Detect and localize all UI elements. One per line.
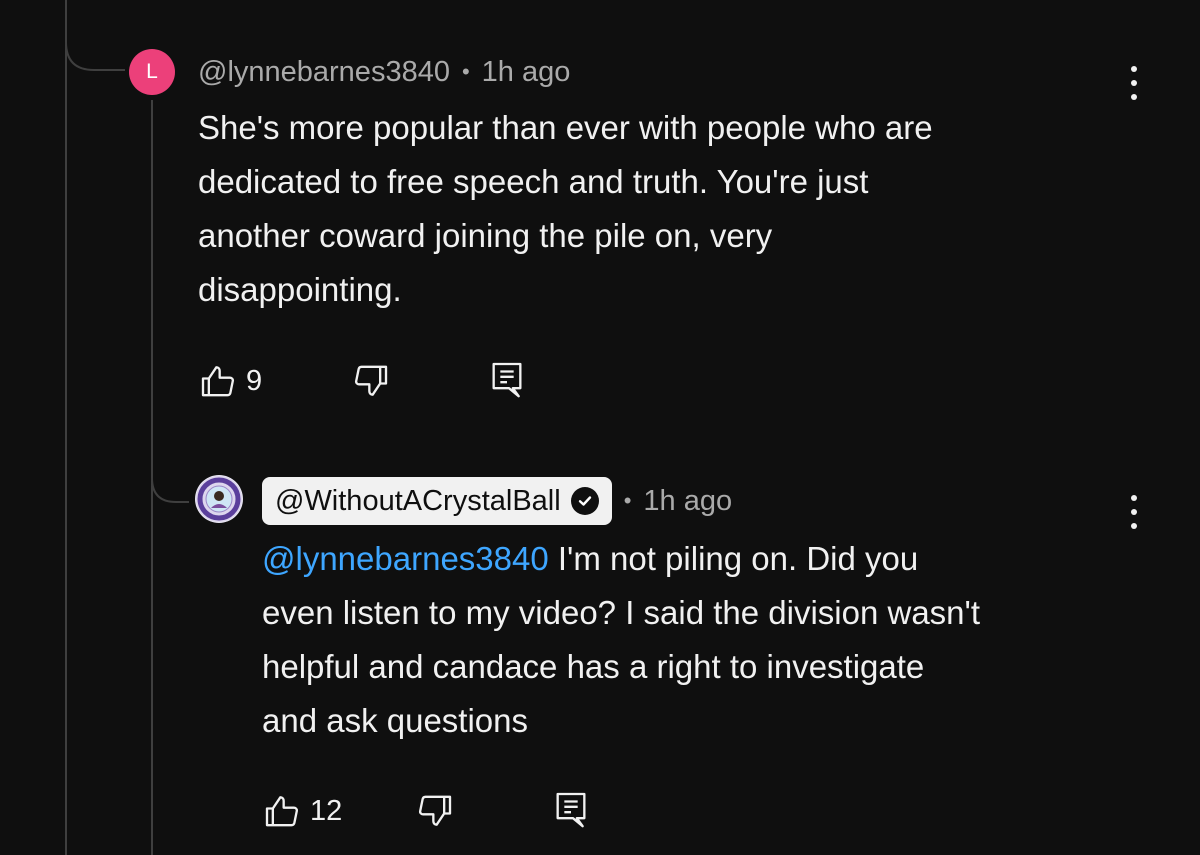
thumbs-up-icon (201, 366, 235, 397)
dislike-button[interactable] (351, 360, 391, 402)
comment-text: @lynnebarnes3840 I'm not piling on. Did … (262, 532, 1162, 748)
comment-header: @WithoutACrystalBall • 1h ago (262, 477, 732, 525)
thumbs-down-icon (418, 795, 452, 826)
author-badge[interactable]: @WithoutACrystalBall (262, 477, 612, 525)
reply-button[interactable] (551, 788, 591, 830)
reply-icon (556, 792, 586, 828)
timestamp[interactable]: 1h ago (482, 56, 571, 89)
reply-icon (492, 362, 522, 398)
thread-line-outer (65, 0, 67, 855)
thumbs-down-icon (354, 365, 388, 396)
channel-logo-icon (196, 476, 242, 522)
avatar[interactable] (195, 475, 243, 523)
like-button[interactable]: 12 (262, 790, 342, 832)
author-name[interactable]: @lynnebarnes3840 (198, 56, 450, 89)
more-options-icon[interactable] (1119, 63, 1149, 103)
separator-dot: • (461, 59, 470, 84)
like-button[interactable]: 9 (198, 360, 262, 402)
comment-header: @lynnebarnes3840 • 1h ago (198, 52, 570, 92)
avatar-letter: L (146, 60, 158, 83)
timestamp[interactable]: 1h ago (643, 485, 732, 518)
author-name: @WithoutACrystalBall (275, 484, 561, 517)
like-count: 12 (310, 794, 343, 827)
like-count: 9 (246, 364, 263, 397)
comment-text: She's more popular than ever with people… (198, 109, 933, 308)
separator-dot: • (623, 488, 632, 513)
verified-check-icon (570, 487, 599, 515)
avatar[interactable]: L (129, 49, 175, 95)
mention-link[interactable]: @lynnebarnes3840 (262, 540, 549, 577)
thumbs-up-icon (265, 796, 299, 827)
dislike-button[interactable] (415, 790, 455, 832)
reply-button[interactable] (487, 358, 527, 400)
thread-curve-reply (151, 440, 189, 503)
thread-curve-top (65, 0, 125, 71)
more-options-icon[interactable] (1119, 492, 1149, 532)
